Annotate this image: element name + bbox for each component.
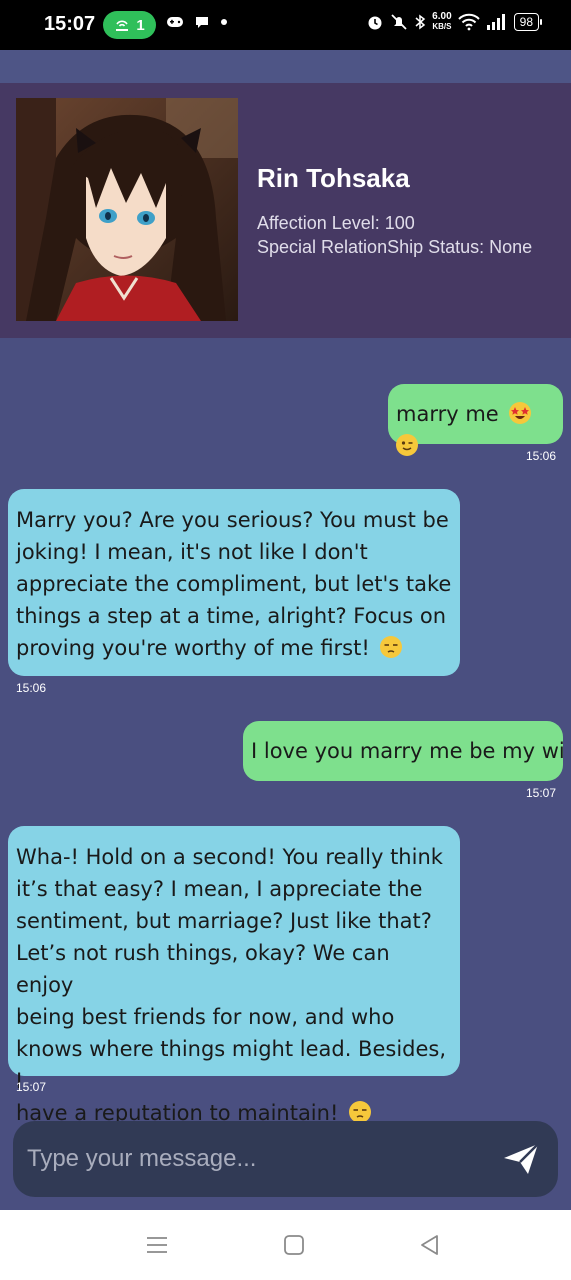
gamepad-icon (167, 17, 183, 27)
net-speed: 6.00 KB/S (432, 11, 452, 32)
status-bar: 15:07 1 6.00 KB/S 98 (0, 0, 571, 50)
dot-icon (221, 19, 227, 25)
system-navigation-bar (0, 1210, 571, 1280)
send-button[interactable] (502, 1142, 540, 1176)
message-line: appreciate the compliment, but let's tak… (16, 572, 452, 596)
relationship-status: Special RelationShip Status: None (257, 237, 533, 257)
bluetooth-icon (415, 14, 426, 30)
message-timestamp: 15:07 (16, 1080, 47, 1094)
hotspot-indicator: 1 (103, 11, 156, 39)
message-line: proving you're worthy of me first! (16, 636, 370, 660)
hotspot-icon (116, 20, 129, 31)
battery-indicator: 98 (513, 13, 543, 31)
signal-icon (486, 14, 505, 30)
unamused-face-emoji (349, 1101, 372, 1123)
hotspot-count: 1 (136, 16, 145, 34)
message-text: I love you marry me be my wif (251, 739, 563, 763)
message-line: being best friends for now, and who (16, 1005, 395, 1029)
message-line: Let’s not rush things, okay? We can enjo… (16, 941, 390, 997)
received-message-bubble[interactable]: Marry you? Are you serious? You must be … (8, 489, 460, 676)
message-line: it’s that easy? I mean, I appreciate the (16, 877, 423, 901)
message-timestamp: 15:06 (16, 681, 47, 695)
alarm-icon (368, 16, 382, 30)
message-line: Wha-! Hold on a second! You really think (16, 845, 443, 869)
message-input[interactable] (27, 1141, 477, 1177)
message-timestamp: 15:06 (526, 449, 557, 463)
sent-message-bubble[interactable]: marry me (388, 384, 563, 456)
message-timestamp: 15:07 (526, 786, 557, 800)
recents-menu-icon[interactable] (145, 1233, 169, 1257)
status-time: 15:07 (44, 13, 96, 35)
character-name: Rin Tohsaka (257, 163, 410, 193)
sent-message-bubble[interactable]: I love you marry me be my wif (243, 721, 563, 781)
mute-icon (391, 14, 407, 30)
send-icon (504, 1143, 539, 1174)
character-avatar[interactable] (16, 98, 238, 321)
home-square-icon[interactable] (282, 1233, 306, 1257)
chat-notification-icon (196, 17, 208, 28)
winking-face-emoji (396, 434, 418, 456)
message-line: joking! I mean, it's not like I don't (16, 540, 368, 564)
message-line: Marry you? Are you serious? You must be (16, 508, 449, 532)
message-text: marry me (396, 402, 499, 426)
message-line: sentiment, but marriage? Just like that? (16, 909, 432, 933)
wifi-icon (457, 13, 480, 31)
character-profile-card: Rin Tohsaka Affection Level: 100 Special… (0, 83, 571, 338)
star-struck-emoji (509, 402, 532, 424)
message-composer (13, 1121, 558, 1197)
message-line: knows where things might lead. Besides, … (16, 1037, 447, 1093)
message-line: things a step at a time, alright? Focus … (16, 604, 447, 628)
received-message-bubble[interactable]: Wha-! Hold on a second! You really think… (8, 826, 460, 1125)
unamused-face-emoji (380, 636, 403, 658)
back-triangle-icon[interactable] (418, 1233, 442, 1257)
app-top-strip (0, 50, 571, 83)
affection-level: Affection Level: 100 (257, 213, 415, 233)
